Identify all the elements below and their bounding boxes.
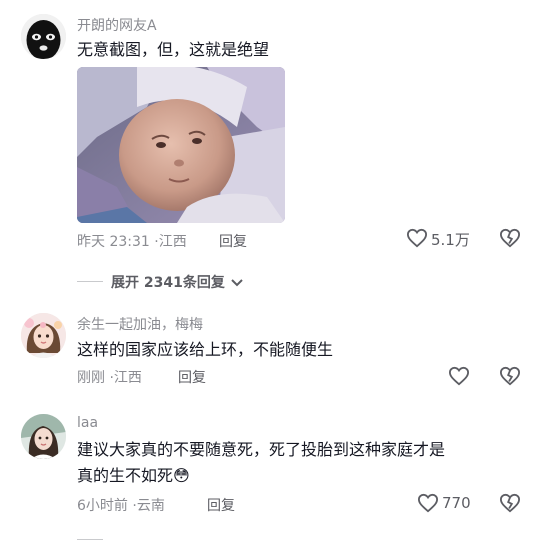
dislike-button[interactable] bbox=[499, 493, 521, 517]
comment-text-line-2: 真的生不如死😳 bbox=[77, 463, 190, 489]
heart-outline-icon bbox=[417, 493, 439, 513]
comment-location: 江西 bbox=[158, 234, 187, 250]
broken-heart-icon bbox=[499, 228, 521, 248]
broken-heart-icon bbox=[499, 366, 521, 386]
comment-meta: 刚刚 ·江西 bbox=[77, 367, 142, 387]
comment-text-line-1: 建议大家真的不要随意死，死了投胎到这种家庭才是 bbox=[77, 440, 446, 459]
reply-button[interactable]: 回复 bbox=[178, 367, 206, 387]
expand-replies-button[interactable]: 展开 2341条回复 bbox=[111, 272, 244, 292]
comment-time: 刚刚 bbox=[77, 370, 105, 386]
comment-username[interactable]: laa bbox=[77, 415, 98, 431]
comment-location: 江西 bbox=[113, 370, 142, 386]
expand-divider bbox=[77, 281, 103, 282]
reply-button[interactable]: 回复 bbox=[219, 231, 247, 251]
comment-meta: 6小时前 ·云南 bbox=[77, 495, 165, 515]
baby-photo bbox=[77, 67, 285, 223]
reply-button[interactable]: 回复 bbox=[207, 495, 235, 515]
comment-meta: 昨天 23:31 ·江西 bbox=[77, 231, 187, 251]
comment-time: 昨天 23:31 bbox=[77, 234, 150, 250]
like-button[interactable] bbox=[448, 366, 470, 390]
girl-avatar-image bbox=[21, 313, 66, 358]
comment-text: 无意截图，但，这就是绝望 bbox=[77, 40, 270, 59]
comment-time: 6小时前 bbox=[77, 498, 128, 514]
expand-replies-label: 展开 2341条回复 bbox=[111, 275, 225, 291]
comment-text: 这样的国家应该给上环，不能随便生 bbox=[77, 340, 334, 359]
dislike-button[interactable] bbox=[499, 366, 521, 390]
avatar-user-1[interactable] bbox=[21, 14, 66, 59]
avatar-user-2[interactable] bbox=[21, 313, 66, 358]
flushed-face-emoji: 😳 bbox=[173, 466, 190, 485]
comment-location: 云南 bbox=[136, 498, 165, 514]
broken-heart-icon bbox=[499, 493, 521, 513]
avatar-user-3[interactable] bbox=[21, 414, 66, 459]
comment-text: 真的生不如死 bbox=[77, 466, 174, 485]
like-count: 770 bbox=[442, 494, 471, 512]
heart-outline-icon bbox=[448, 366, 470, 386]
like-button[interactable] bbox=[417, 493, 439, 517]
comment-username[interactable]: 余生一起加油，梅梅 bbox=[77, 314, 203, 334]
comment-username[interactable]: 开朗的网友A bbox=[77, 15, 157, 35]
girl-avatar-image bbox=[21, 414, 66, 459]
heart-outline-icon bbox=[406, 228, 428, 248]
like-count: 5.1万 bbox=[431, 231, 470, 249]
like-button[interactable] bbox=[406, 228, 428, 252]
dislike-button[interactable] bbox=[499, 228, 521, 252]
comment-image[interactable] bbox=[77, 67, 285, 223]
chevron-down-icon bbox=[231, 279, 243, 287]
balaclava-avatar-image bbox=[21, 14, 66, 59]
